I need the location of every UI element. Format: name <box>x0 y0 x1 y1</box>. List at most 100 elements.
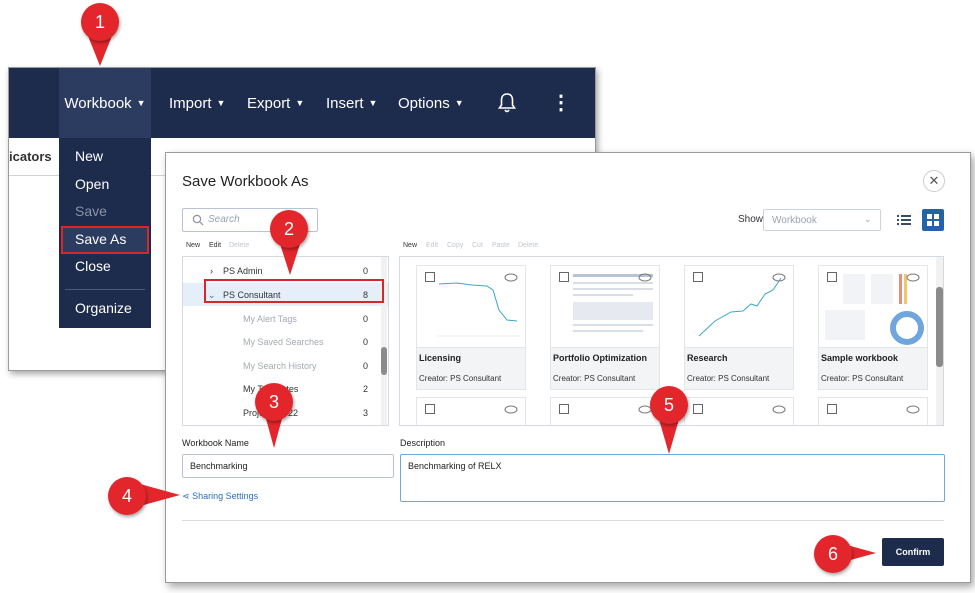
card-creator: Creator: PS Consultant <box>553 374 636 383</box>
menu-item-close[interactable]: Close <box>75 258 111 274</box>
workbook-card[interactable] <box>818 397 928 425</box>
nav-workbook-menu[interactable]: Workbook ▼ <box>59 68 151 138</box>
card-name: Research <box>687 353 728 363</box>
workbook-card[interactable] <box>416 397 526 425</box>
gallery-copy-button: Copy <box>447 242 464 249</box>
workbook-card-research[interactable]: Research Creator: PS Consultant <box>684 265 794 390</box>
chevron-down-icon: ▼ <box>368 98 378 108</box>
card-checkbox[interactable] <box>425 404 435 414</box>
nav-insert-label: Insert <box>326 95 364 112</box>
workbook-name-label: Workbook Name <box>182 438 249 448</box>
tab-indicators[interactable]: icators <box>9 149 52 164</box>
bell-icon[interactable] <box>497 92 517 114</box>
dialog-title: Save Workbook As <box>182 173 309 190</box>
tree-edit-button[interactable]: Edit <box>209 242 221 249</box>
workbook-dropdown-menu: New Open Save Save As Close Organize <box>59 138 151 328</box>
card-name: Portfolio Optimization <box>553 353 647 363</box>
card-checkbox[interactable] <box>693 404 703 414</box>
workbook-card-portfolio-optimization[interactable]: Portfolio Optimization Creator: PS Consu… <box>550 265 660 390</box>
tree-delete-button: Delete <box>229 242 250 249</box>
tree-item-label: My Alert Tags <box>243 314 297 324</box>
callout-6: 6 <box>814 535 852 573</box>
kebab-menu-icon[interactable]: ⋮ <box>551 92 571 114</box>
card-creator: Creator: PS Consultant <box>419 374 502 383</box>
card-checkbox[interactable] <box>827 404 837 414</box>
nav-options-menu[interactable]: Options ▼ <box>398 68 464 138</box>
card-name: Licensing <box>419 353 462 363</box>
cloud-icon <box>906 405 920 414</box>
highlight-ps-consultant <box>204 279 384 303</box>
dialog-footer-divider <box>182 520 944 521</box>
card-checkbox[interactable] <box>693 272 703 282</box>
tree-new-button[interactable]: New <box>186 242 200 249</box>
confirm-button[interactable]: Confirm <box>882 538 944 566</box>
gallery-cut-button: Cut <box>472 242 483 249</box>
nav-insert-menu[interactable]: Insert ▼ <box>326 68 377 138</box>
chevron-down-icon: ▼ <box>136 98 146 108</box>
list-view-icon[interactable] <box>893 209 915 231</box>
menu-item-new[interactable]: New <box>75 148 103 164</box>
tree-item-label: My Search History <box>243 361 317 371</box>
card-checkbox[interactable] <box>827 272 837 282</box>
tree-item-label: PS Admin <box>223 266 263 276</box>
menu-item-organize[interactable]: Organize <box>75 300 132 316</box>
cloud-icon <box>504 273 518 282</box>
chevron-down-icon: ▼ <box>216 98 226 108</box>
sharing-settings-label: Sharing Settings <box>192 491 259 501</box>
workbook-card[interactable] <box>684 397 794 425</box>
show-type-select[interactable]: Workbook ⌄ <box>763 209 881 231</box>
card-checkbox[interactable] <box>425 272 435 282</box>
menu-item-open[interactable]: Open <box>75 176 109 192</box>
nav-import-label: Import <box>169 95 212 112</box>
card-creator: Creator: PS Consultant <box>687 374 770 383</box>
callout-pointer <box>140 484 180 506</box>
search-icon <box>192 214 204 226</box>
cloud-icon <box>504 405 518 414</box>
nav-workbook-label: Workbook <box>64 95 132 112</box>
description-input[interactable]: Benchmarking of RELX <box>400 454 945 502</box>
nav-import-menu[interactable]: Import ▼ <box>169 68 225 138</box>
tree-item-count: 0 <box>363 266 369 276</box>
chevron-right-icon: › <box>210 266 213 276</box>
tree-item-count: 3 <box>363 408 369 418</box>
gallery-new-button[interactable]: New <box>403 242 417 249</box>
menu-item-save-as[interactable]: Save As <box>75 231 126 247</box>
cloud-icon <box>638 273 652 282</box>
close-icon[interactable]: ✕ <box>923 170 945 192</box>
gallery-paste-button: Paste <box>492 242 510 249</box>
cloud-icon <box>772 273 786 282</box>
gallery-edit-button: Edit <box>426 242 439 249</box>
tree-item-alert-tags[interactable]: My Alert Tags 0 <box>183 307 388 330</box>
cloud-icon <box>906 273 920 282</box>
tree-item-label: My Saved Searches <box>243 337 324 347</box>
callout-2: 2 <box>270 210 308 248</box>
workbook-name-input[interactable]: Benchmarking <box>182 454 394 478</box>
nav-options-label: Options <box>398 95 450 112</box>
menu-divider <box>65 289 145 290</box>
sharing-settings-link[interactable]: ⋖ Sharing Settings <box>182 491 258 502</box>
chevron-down-icon: ▼ <box>295 98 305 108</box>
top-navbar: Workbook ▼ Import ▼ Export ▼ Insert ▼ Option… <box>9 68 595 138</box>
workbook-card-sample-workbook[interactable]: Sample workbook Creator: PS Consultant <box>818 265 928 390</box>
chevron-down-icon: ▼ <box>454 98 464 108</box>
grid-view-icon[interactable] <box>922 209 944 231</box>
share-icon: ⋖ <box>182 491 190 501</box>
description-label: Description <box>400 438 446 448</box>
tree-item-count: 0 <box>363 314 369 324</box>
card-checkbox[interactable] <box>559 272 569 282</box>
tree-scrollbar-thumb[interactable] <box>381 347 387 375</box>
chevron-down-icon: ⌄ <box>864 214 872 224</box>
tree-item-saved-searches[interactable]: My Saved Searches 0 <box>183 330 388 353</box>
workbook-card-licensing[interactable]: Licensing Creator: PS Consultant <box>416 265 526 390</box>
card-checkbox[interactable] <box>559 404 569 414</box>
nav-export-menu[interactable]: Export ▼ <box>247 68 304 138</box>
gallery-scrollbar-thumb[interactable] <box>936 287 943 367</box>
show-select-value: Workbook <box>772 215 817 226</box>
tree-item-count: 2 <box>363 384 369 394</box>
callout-4: 4 <box>108 477 146 515</box>
tree-item-search-history[interactable]: My Search History 0 <box>183 354 388 377</box>
callout-3: 3 <box>255 383 293 421</box>
search-placeholder: Search <box>208 214 240 225</box>
workbook-card[interactable] <box>550 397 660 425</box>
card-creator: Creator: PS Consultant <box>821 374 904 383</box>
